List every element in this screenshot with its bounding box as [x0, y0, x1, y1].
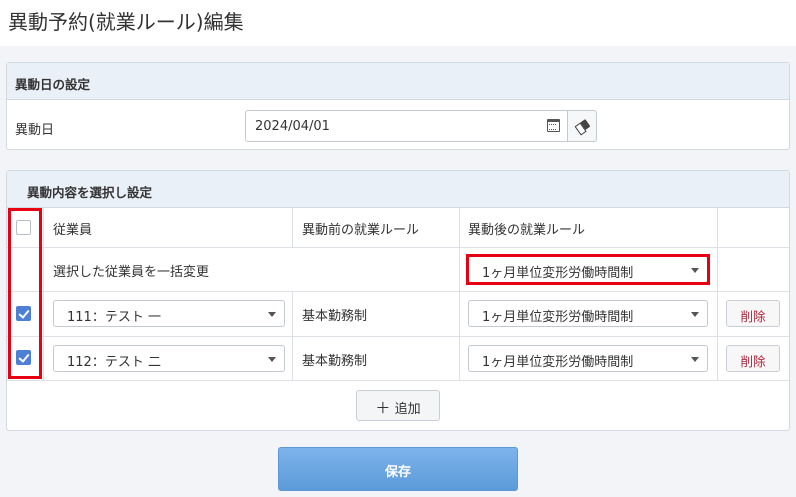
column-header-after-rule: 異動後の就業ルール: [468, 223, 586, 238]
grid-line: [7, 291, 789, 292]
after-rule-value: 1ヶ月単位変形労働時間制: [482, 310, 634, 325]
after-rule-select[interactable]: 1ヶ月単位変形労働時間制: [468, 345, 708, 372]
date-value: 2024/04/01: [255, 119, 330, 134]
employee-value: 112：テスト 二: [67, 355, 161, 370]
date-panel-title: 異動日の設定: [7, 63, 789, 100]
employee-select[interactable]: 112：テスト 二: [53, 345, 285, 372]
bulk-rule-highlight: [466, 254, 710, 285]
change-settings-panel: 異動内容を選択し設定 従業員 異動前の就業ルール 異動後の就業ルール 選択した従…: [6, 170, 790, 431]
delete-row-button[interactable]: 削除: [726, 300, 780, 327]
employee-select[interactable]: 111：テスト 一: [53, 300, 285, 327]
grid-line: [292, 208, 293, 247]
grid-line: [717, 208, 718, 380]
clear-date-button[interactable]: [567, 110, 597, 142]
grid-line: [7, 380, 789, 381]
date-settings-panel: 異動日の設定 異動日 2024/04/01: [6, 62, 790, 150]
add-row-button[interactable]: ＋ 追加: [356, 390, 440, 421]
grid-line: [7, 336, 789, 337]
checkbox-column-highlight: [8, 208, 42, 379]
grid-line: [43, 208, 44, 380]
date-label: 異動日: [15, 123, 55, 138]
bulk-change-label: 選択した従業員を一括変更: [53, 265, 210, 280]
grid-line: [7, 247, 789, 248]
chevron-down-icon: [691, 312, 699, 317]
column-header-employee: 従業員: [53, 223, 93, 238]
change-panel-title: 異動内容を選択し設定: [7, 171, 789, 208]
chevron-down-icon: [268, 357, 276, 362]
after-rule-select[interactable]: 1ヶ月単位変形労働時間制: [468, 300, 708, 327]
delete-row-button[interactable]: 削除: [726, 345, 780, 372]
chevron-down-icon: [268, 312, 276, 317]
before-rule-value: 基本勤務制: [302, 309, 368, 324]
grid-line: [459, 208, 460, 380]
chevron-down-icon: [691, 357, 699, 362]
add-label: 追加: [394, 402, 421, 417]
column-header-before-rule: 異動前の就業ルール: [302, 223, 420, 238]
page-title: 異動予約(就業ルール)編集: [8, 10, 244, 34]
after-rule-value: 1ヶ月単位変形労働時間制: [482, 355, 634, 370]
employee-value: 111：テスト 一: [67, 310, 161, 325]
date-input[interactable]: 2024/04/01: [245, 110, 568, 142]
save-button[interactable]: 保存: [278, 447, 518, 491]
calendar-icon[interactable]: [547, 119, 560, 132]
page-header: 異動予約(就業ルール)編集: [0, 0, 796, 46]
eraser-icon: [574, 119, 591, 134]
before-rule-value: 基本勤務制: [302, 354, 368, 369]
plus-icon: ＋: [375, 399, 391, 417]
